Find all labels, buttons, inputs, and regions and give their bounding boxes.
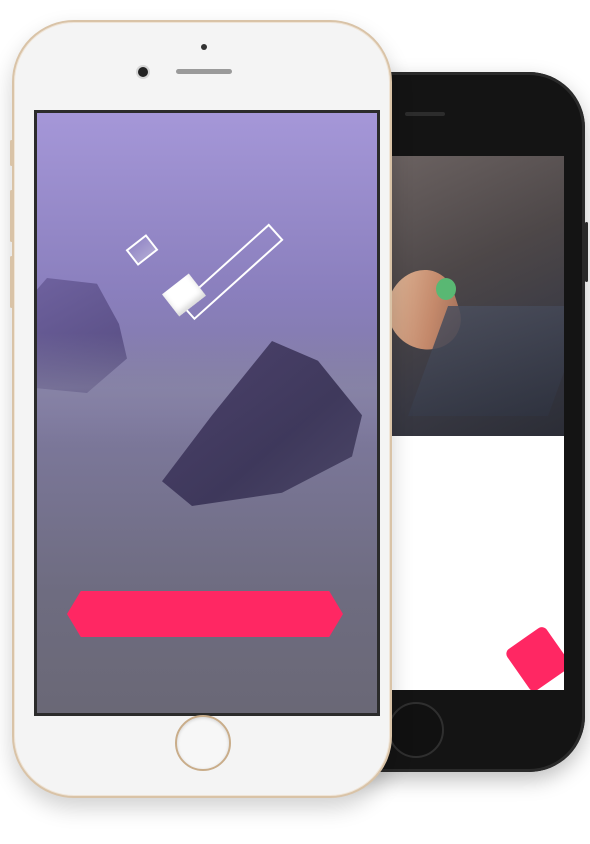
front-camera bbox=[138, 67, 148, 77]
logo-slider-track bbox=[179, 223, 284, 321]
back-phone-photo bbox=[388, 156, 564, 436]
back-phone-screen bbox=[388, 156, 564, 690]
back-phone-home-button bbox=[388, 702, 444, 758]
earpiece-speaker bbox=[176, 69, 232, 74]
green-nail-image bbox=[436, 278, 456, 300]
mute-switch bbox=[10, 140, 13, 166]
back-phone-side-button bbox=[585, 222, 588, 282]
primary-action-button[interactable] bbox=[67, 591, 343, 637]
front-phone-screen bbox=[34, 110, 380, 716]
volume-up-button bbox=[10, 190, 13, 242]
volume-down-button bbox=[10, 256, 13, 308]
front-phone bbox=[10, 20, 392, 798]
proximity-sensor bbox=[201, 44, 207, 50]
toggle-logo-icon bbox=[125, 195, 289, 321]
device-showcase bbox=[0, 0, 590, 844]
logo-small-square bbox=[125, 234, 159, 266]
back-phone-speaker bbox=[405, 112, 445, 116]
home-button[interactable] bbox=[175, 715, 231, 771]
